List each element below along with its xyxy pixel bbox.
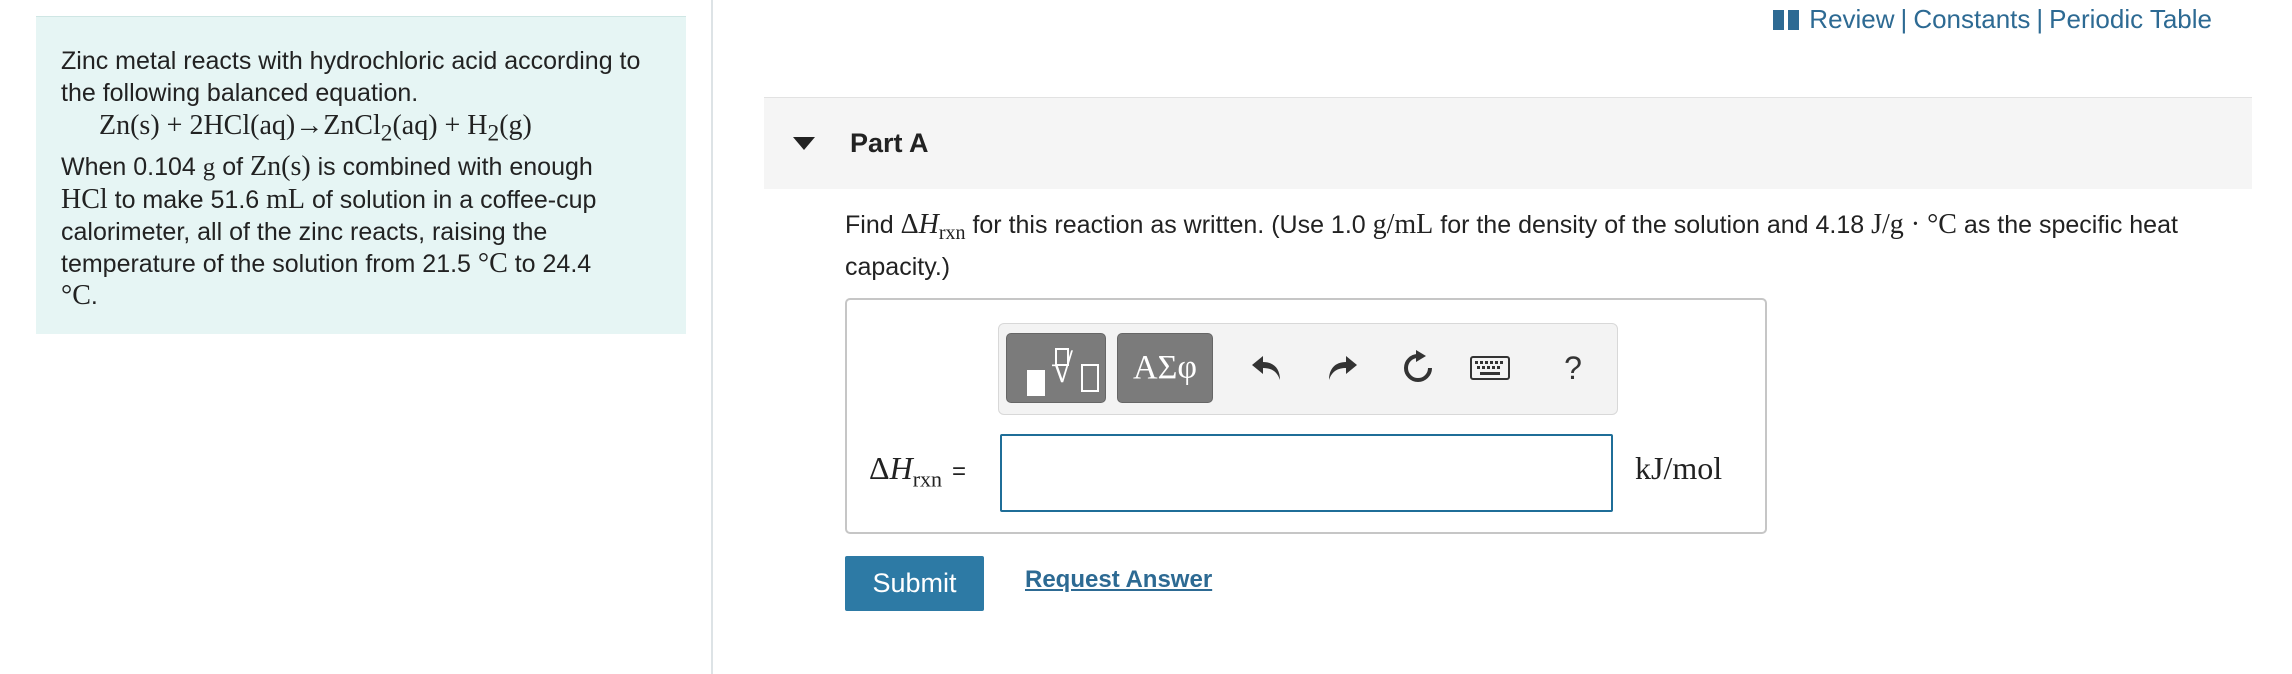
answer-box: √ ΑΣφ ? ΔHrxn = kJ/mol <box>845 298 1767 534</box>
reset-icon[interactable] <box>1396 346 1440 390</box>
answer-input[interactable] <box>1000 434 1613 512</box>
equation-arrow: → <box>295 110 324 141</box>
template-block-icon <box>1027 370 1045 396</box>
greek-symbols-button[interactable]: ΑΣφ <box>1117 333 1213 403</box>
answer-units: kJ/mol <box>1635 450 1723 486</box>
redo-icon[interactable] <box>1320 346 1364 390</box>
help-button[interactable]: ? <box>1551 346 1595 390</box>
keyboard-icon[interactable] <box>1468 346 1512 390</box>
collapse-caret-icon[interactable] <box>793 137 815 150</box>
template-box-icon <box>1081 364 1099 392</box>
rxn-subscript: rxn <box>938 222 966 244</box>
template-box-icon <box>1055 348 1069 366</box>
submit-button[interactable]: Submit <box>845 556 984 611</box>
equation-subscript: 2 <box>487 120 500 147</box>
question-fragment: for this reaction as written. (Use 1.0 <box>965 211 1373 239</box>
templates-button[interactable]: √ <box>1006 333 1106 403</box>
problem-text: temperature of the solution from 21.5 <box>61 249 478 278</box>
problem-text: When 0.104 <box>61 152 203 181</box>
unit-celsius: °C <box>477 247 508 279</box>
problem-text: is combined with enough <box>310 152 593 181</box>
delta-symbol: Δ <box>869 450 890 486</box>
undo-icon[interactable] <box>1245 346 1289 390</box>
equation-product-h2: (aq) + H <box>392 110 488 141</box>
problem-body: When 0.104 g of Zn(s) is combined with e… <box>61 151 660 312</box>
book-icon <box>1773 9 1800 30</box>
request-answer-link[interactable]: Request Answer <box>1025 566 1212 594</box>
unit-ml: mL <box>266 183 306 215</box>
equation-product-state: (g) <box>499 110 532 141</box>
balanced-equation: Zn(s) + 2HCl(aq)→ZnCl2(aq) + H2(g) <box>61 109 660 151</box>
resource-links: Review | Constants | Periodic Table <box>1773 4 2212 35</box>
panel-divider <box>711 0 713 674</box>
delta-symbol: Δ <box>900 209 919 240</box>
constants-link[interactable]: Constants <box>1913 4 2030 35</box>
problem-text: of solution in a coffee-cup <box>305 185 597 214</box>
rxn-subscript: rxn <box>912 466 943 492</box>
equation-product-zncl2: ZnCl <box>323 110 381 141</box>
unit-g: g <box>202 153 216 181</box>
problem-statement-panel: Zinc metal reacts with hydrochloric acid… <box>36 16 686 334</box>
question-fragment: Find <box>845 211 901 239</box>
unit-density: g/mL <box>1372 209 1434 240</box>
equation-subscript: 2 <box>380 120 393 147</box>
part-title: Part A <box>850 128 929 158</box>
math-toolbar: √ ΑΣφ ? <box>998 323 1618 415</box>
periodic-table-link[interactable]: Periodic Table <box>2049 4 2212 35</box>
enthalpy-symbol: H <box>889 450 913 486</box>
unit-celsius: °C <box>61 279 91 311</box>
problem-text: calorimeter, all of the zinc reacts, rai… <box>61 217 548 246</box>
problem-text: of <box>215 152 251 181</box>
species-hcl: HCl <box>61 183 108 215</box>
species-zn: Zn(s) <box>250 150 311 182</box>
problem-text: to make 51.6 <box>107 185 267 214</box>
equation-reactants: Zn(s) + 2HCl(aq) <box>99 110 296 141</box>
link-separator: | <box>1900 4 1908 34</box>
review-link[interactable]: Review <box>1809 4 1894 35</box>
problem-text: to 24.4 <box>507 249 592 278</box>
problem-intro: Zinc metal reacts with hydrochloric acid… <box>61 47 641 107</box>
part-a-header[interactable]: Part A <box>764 97 2252 189</box>
enthalpy-symbol: H <box>918 209 939 240</box>
equals-sign: = <box>952 458 967 485</box>
question-fragment: for the density of the solution and 4.18 <box>1433 211 1872 239</box>
unit-specific-heat: J/g · °C <box>1871 209 1957 240</box>
problem-text: . <box>90 281 98 310</box>
question-text: Find ΔHrxn for this reaction as written.… <box>845 208 2245 284</box>
answer-label: ΔHrxn = <box>869 450 966 492</box>
link-separator: | <box>2036 4 2044 34</box>
